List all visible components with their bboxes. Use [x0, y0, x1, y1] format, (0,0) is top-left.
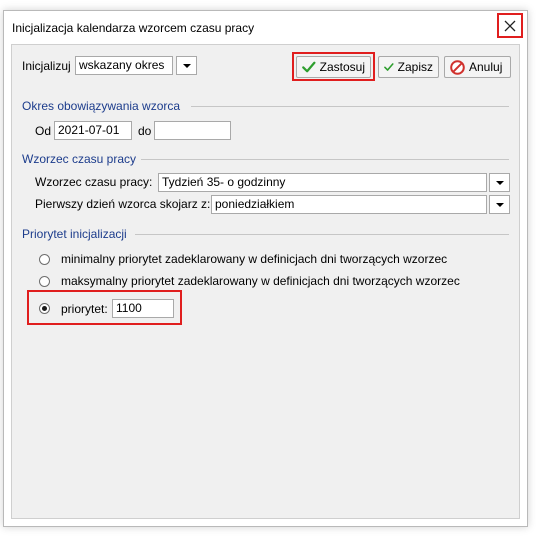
save-label: Zapisz — [397, 60, 433, 74]
apply-label: Zastosuj — [319, 60, 365, 74]
cancel-button[interactable]: Anuluj — [444, 56, 511, 78]
init-label: Inicjalizuj — [22, 59, 71, 73]
chevron-down-icon — [182, 63, 191, 68]
chevron-down-icon — [495, 202, 504, 207]
priority-min-radio[interactable] — [39, 254, 50, 265]
first-day-combo-dropdown[interactable] — [489, 195, 510, 214]
init-combo-value[interactable]: wskazany okres — [75, 56, 173, 75]
priority-min-label[interactable]: minimalny priorytet zadeklarowany w defi… — [61, 252, 447, 266]
cancel-icon — [450, 59, 465, 75]
first-day-label: Pierwszy dzień wzorca skojarz z: — [35, 197, 211, 211]
apply-button[interactable]: Zastosuj — [296, 56, 371, 78]
priority-group-divider — [135, 234, 509, 235]
chevron-down-icon — [495, 180, 504, 185]
period-group-title: Okres obowiązywania wzorca — [22, 99, 181, 113]
period-group-divider — [191, 106, 509, 107]
priority-custom-radio[interactable] — [39, 303, 50, 314]
to-date-input[interactable] — [154, 121, 231, 140]
close-icon — [504, 20, 516, 31]
title-bar: Inicjalizacja kalendarza wzorcem czasu p… — [4, 11, 527, 43]
priority-max-radio[interactable] — [39, 276, 50, 287]
priority-max-label[interactable]: maksymalny priorytet zadeklarowany w def… — [61, 274, 460, 288]
cancel-label: Anuluj — [469, 60, 503, 74]
pattern-combo-dropdown[interactable] — [489, 173, 510, 192]
dialog-window: Inicjalizacja kalendarza wzorcem czasu p… — [3, 10, 528, 527]
pattern-label: Wzorzec czasu pracy: — [35, 175, 153, 189]
pattern-group-divider — [141, 159, 509, 160]
check-icon — [302, 61, 316, 73]
pattern-combo-value[interactable]: Tydzień 35- o godzinny — [158, 173, 487, 192]
dialog-content: Inicjalizuj wskazany okres Zastosuj Zapi… — [11, 44, 520, 519]
from-label: Od — [35, 124, 52, 138]
window-title: Inicjalizacja kalendarza wzorcem czasu p… — [12, 21, 255, 35]
priority-value-input[interactable]: 1100 — [112, 299, 174, 318]
first-day-combo-value[interactable]: poniedziałkiem — [211, 195, 487, 214]
init-combo-dropdown[interactable] — [176, 56, 197, 75]
priority-group-title: Priorytet inicjalizacji — [22, 227, 127, 241]
check-icon — [384, 63, 394, 71]
save-button[interactable]: Zapisz — [378, 56, 439, 78]
pattern-group-title: Wzorzec czasu pracy — [22, 152, 137, 166]
to-label: do — [138, 124, 152, 138]
priority-custom-label[interactable]: priorytet: — [61, 302, 108, 316]
from-date-input[interactable]: 2021-07-01 — [54, 121, 132, 140]
close-button[interactable] — [497, 13, 523, 38]
